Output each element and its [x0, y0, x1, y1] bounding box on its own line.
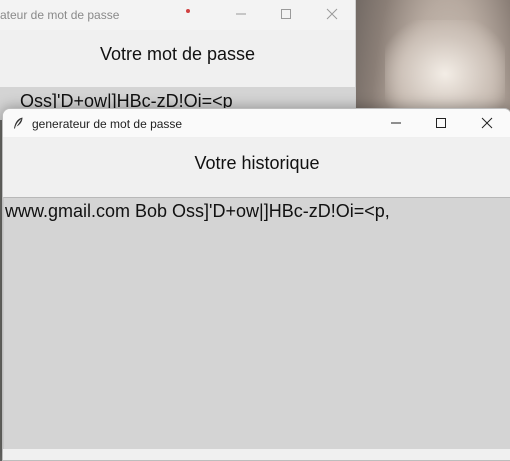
history-window-title: generateur de mot de passe	[32, 117, 183, 131]
history-window[interactable]: generateur de mot de passe Votre histori…	[2, 108, 510, 461]
password-window-titlebar[interactable]: ateur de mot de passe	[0, 0, 355, 30]
maximize-icon	[281, 9, 291, 19]
maximize-button[interactable]	[426, 113, 456, 133]
cursor-dot	[186, 9, 190, 13]
close-button[interactable]	[323, 6, 341, 24]
wallpaper-highlight	[385, 20, 505, 110]
history-entries: www.gmail.com Bob Oss]'D+ow|]HBc-zD!Oi=<…	[5, 201, 390, 221]
history-textbox[interactable]: www.gmail.com Bob Oss]'D+ow|]HBc-zD!Oi=<…	[3, 197, 510, 450]
maximize-button[interactable]	[277, 6, 295, 24]
minimize-icon	[391, 122, 401, 124]
minimize-button[interactable]	[381, 113, 411, 133]
password-window[interactable]: ateur de mot de passe Votre mot de passe…	[0, 0, 356, 120]
history-heading: Votre historique	[194, 153, 320, 173]
minimize-button[interactable]	[232, 6, 250, 24]
minimize-icon	[236, 13, 246, 15]
password-heading: Votre mot de passe	[99, 44, 256, 64]
close-button[interactable]	[472, 113, 502, 133]
close-icon	[481, 117, 493, 129]
feather-icon	[14, 117, 23, 129]
password-window-title: ateur de mot de passe	[0, 8, 120, 22]
maximize-icon	[436, 118, 446, 128]
close-icon	[326, 8, 338, 20]
window-bottom-edge	[3, 449, 510, 460]
history-window-titlebar[interactable]: generateur de mot de passe	[3, 109, 510, 138]
